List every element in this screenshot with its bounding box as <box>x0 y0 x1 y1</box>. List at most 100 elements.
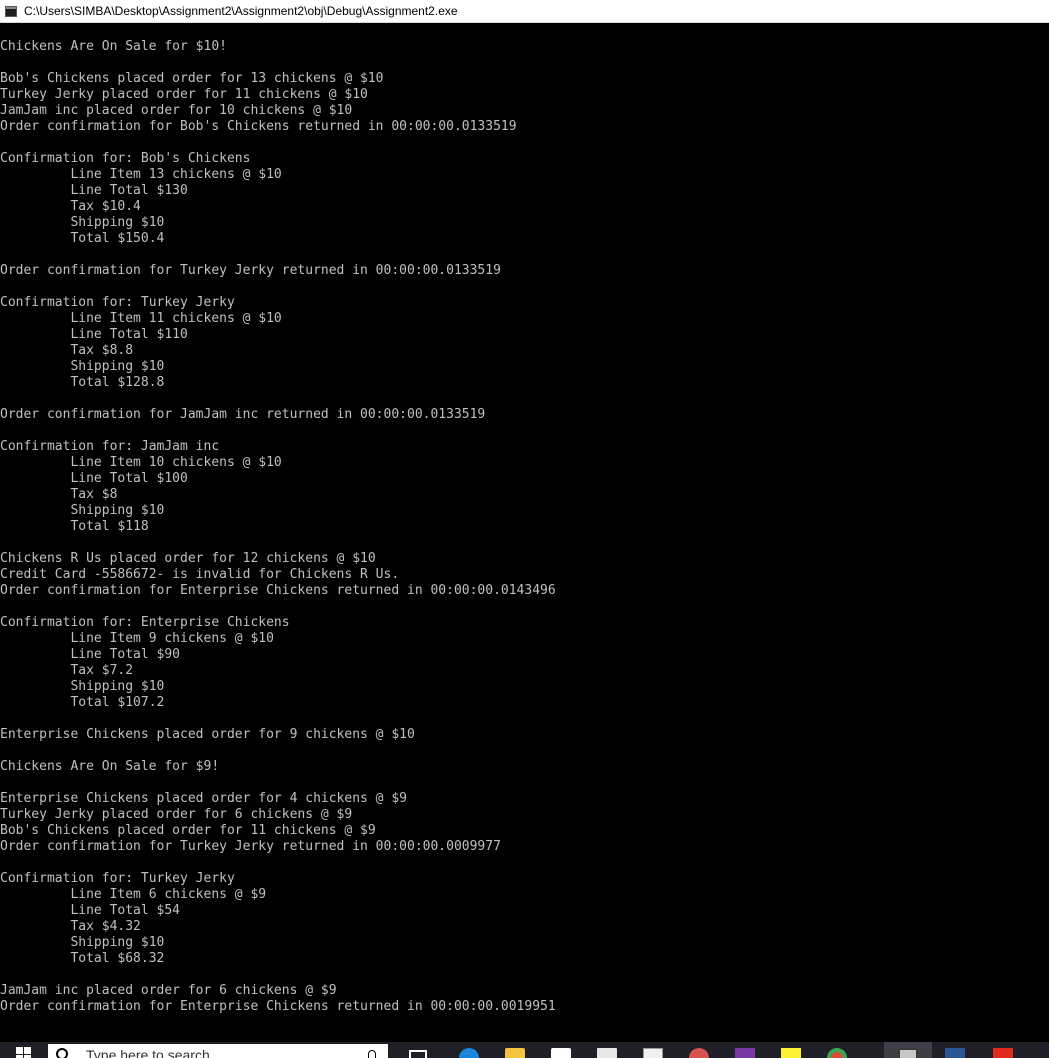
console-line: Total $107.2 <box>0 695 165 710</box>
console-line: Confirmation for: JamJam inc <box>0 439 220 454</box>
taskbar-notepad[interactable] <box>630 1042 676 1058</box>
console-line: JamJam inc placed order for 10 chickens … <box>0 103 353 118</box>
console-line: Chickens Are On Sale for $10! <box>0 39 227 54</box>
window-title: C:\Users\SIMBA\Desktop\Assignment2\Assig… <box>24 4 458 18</box>
console-line: Shipping $10 <box>0 935 165 950</box>
taskbar-store[interactable] <box>538 1042 584 1058</box>
word-icon <box>945 1048 965 1058</box>
console-line: Total $68.32 <box>0 951 165 966</box>
console-line: Order confirmation for Turkey Jerky retu… <box>0 263 501 278</box>
console-line: Line Total $100 <box>0 471 188 486</box>
search-input[interactable]: Type here to search <box>86 1047 368 1058</box>
console-line: Credit Card -5586672- is invalid for Chi… <box>0 567 400 582</box>
console-line: Line Item 9 chickens @ $10 <box>0 631 274 646</box>
console-line: Shipping $10 <box>0 359 165 374</box>
taskbar: Type here to search <box>0 1042 1049 1058</box>
taskbar-chrome[interactable] <box>814 1042 860 1058</box>
console-line: Turkey Jerky placed order for 6 chickens… <box>0 807 353 822</box>
console-line: Confirmation for: Turkey Jerky <box>0 295 235 310</box>
taskbar-graduation-cap[interactable] <box>584 1042 630 1058</box>
pdf-icon <box>993 1048 1013 1058</box>
console-window: C:\Users\SIMBA\Desktop\Assignment2\Assig… <box>0 0 1049 1058</box>
title-bar[interactable]: C:\Users\SIMBA\Desktop\Assignment2\Assig… <box>0 0 1049 23</box>
console-output[interactable]: Chickens Are On Sale for $10! Bob's Chick… <box>0 23 1049 1042</box>
onenote-icon <box>735 1048 755 1058</box>
console-line: Enterprise Chickens placed order for 4 c… <box>0 791 407 806</box>
taskbar-paint[interactable] <box>676 1042 722 1058</box>
taskbar-sticky-notes[interactable] <box>768 1042 814 1058</box>
console-line: Tax $7.2 <box>0 663 134 678</box>
sticky-notes-icon <box>781 1048 801 1058</box>
console-line: Turkey Jerky placed order for 11 chicken… <box>0 87 368 102</box>
console-line: Line Item 13 chickens @ $10 <box>0 167 282 182</box>
taskbar-edge[interactable] <box>446 1042 492 1058</box>
console-text-area: Chickens Are On Sale for $10! Bob's Chick… <box>0 39 556 1015</box>
console-line: Line Item 6 chickens @ $9 <box>0 887 267 902</box>
paint-icon <box>689 1048 709 1058</box>
console-line: Chickens Are On Sale for $9! <box>0 759 220 774</box>
search-icon <box>56 1048 76 1058</box>
console-line: Confirmation for: Enterprise Chickens <box>0 615 290 630</box>
console-line: Bob's Chickens placed order for 13 chick… <box>0 71 384 86</box>
console-line: Tax $10.4 <box>0 199 141 214</box>
task-view-icon <box>409 1050 427 1058</box>
console-line: Enterprise Chickens placed order for 9 c… <box>0 727 415 742</box>
taskbar-console-app[interactable] <box>884 1042 932 1058</box>
console-line: Total $118 <box>0 519 149 534</box>
console-line: Tax $4.32 <box>0 919 141 934</box>
notepad-icon <box>643 1048 663 1058</box>
console-line: Confirmation for: Turkey Jerky <box>0 871 235 886</box>
store-icon <box>551 1048 571 1058</box>
taskbar-search-box[interactable]: Type here to search <box>48 1044 388 1058</box>
console-app-icon <box>898 1048 918 1058</box>
console-line: Total $128.8 <box>0 375 165 390</box>
console-line: Order confirmation for JamJam inc return… <box>0 407 486 422</box>
console-app-icon <box>5 5 17 17</box>
console-line: Bob's Chickens placed order for 11 chick… <box>0 823 376 838</box>
console-line: Tax $8 <box>0 487 118 502</box>
taskbar-word[interactable] <box>932 1042 978 1058</box>
console-line: JamJam inc placed order for 6 chickens @… <box>0 983 337 998</box>
start-button[interactable] <box>0 1042 48 1058</box>
console-line: Order confirmation for Turkey Jerky retu… <box>0 839 501 854</box>
console-line: Line Total $110 <box>0 327 188 342</box>
edge-icon <box>459 1048 479 1058</box>
console-line: Order confirmation for Enterprise Chicke… <box>0 583 556 598</box>
taskbar-task-view[interactable] <box>400 1042 436 1058</box>
console-line: Line Item 10 chickens @ $10 <box>0 455 282 470</box>
console-line: Order confirmation for Enterprise Chicke… <box>0 999 556 1014</box>
console-line: Order confirmation for Bob's Chickens re… <box>0 119 517 134</box>
console-line: Shipping $10 <box>0 679 165 694</box>
microphone-icon[interactable] <box>368 1050 376 1058</box>
taskbar-file-explorer[interactable] <box>492 1042 538 1058</box>
console-line: Chickens R Us placed order for 12 chicke… <box>0 551 376 566</box>
graduation-cap-icon <box>597 1048 617 1058</box>
console-line: Line Total $90 <box>0 647 181 662</box>
console-line: Tax $8.8 <box>0 343 134 358</box>
console-line: Line Total $130 <box>0 183 188 198</box>
windows-logo-icon <box>16 1047 32 1058</box>
chrome-icon <box>827 1048 847 1058</box>
console-line: Confirmation for: Bob's Chickens <box>0 151 251 166</box>
taskbar-pdf[interactable] <box>980 1042 1026 1058</box>
console-line: Shipping $10 <box>0 503 165 518</box>
file-explorer-icon <box>505 1048 525 1058</box>
console-line: Total $150.4 <box>0 231 165 246</box>
taskbar-onenote[interactable] <box>722 1042 768 1058</box>
console-line: Line Item 11 chickens @ $10 <box>0 311 282 326</box>
console-line: Line Total $54 <box>0 903 181 918</box>
console-line: Shipping $10 <box>0 215 165 230</box>
